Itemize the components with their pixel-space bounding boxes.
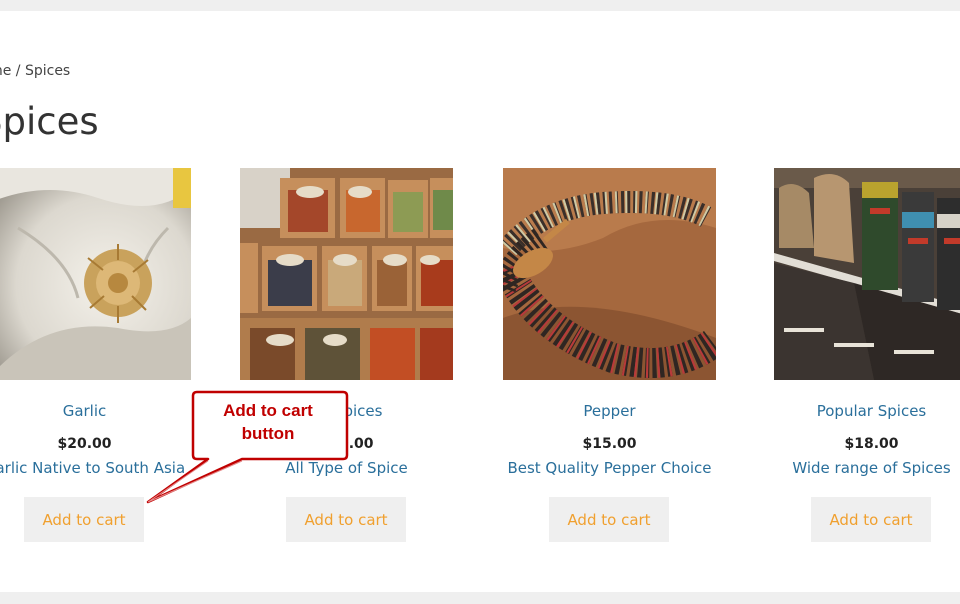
callout-line-2: button xyxy=(241,424,295,443)
product-image-garlic[interactable] xyxy=(0,168,191,380)
page-title: Spices xyxy=(0,100,99,143)
product-name[interactable]: Popular Spices xyxy=(765,402,960,420)
product-image-pepper[interactable] xyxy=(503,168,716,380)
bottom-band xyxy=(0,592,960,604)
product-image-all-spices[interactable] xyxy=(240,168,453,380)
product-name[interactable]: Pepper xyxy=(503,402,716,420)
callout-line-1: Add to cart xyxy=(223,401,313,420)
product-price: $18.00 xyxy=(844,436,899,452)
annotation-callout: Add to cart button xyxy=(140,389,355,509)
add-to-cart-button[interactable]: Add to cart xyxy=(24,497,144,542)
breadcrumb[interactable]: Home / Spices xyxy=(0,63,70,79)
product-image-popular-spices[interactable] xyxy=(765,168,960,380)
top-band xyxy=(0,0,960,11)
product-price: $15.00 xyxy=(582,436,637,452)
add-to-cart-button[interactable]: Add to cart xyxy=(811,497,931,542)
product-description: Best Quality Pepper Choice xyxy=(507,459,712,477)
add-to-cart-button[interactable]: Add to cart xyxy=(549,497,669,542)
callout-text: Add to cart button xyxy=(192,399,344,445)
product-description: Wide range of Spices xyxy=(792,459,951,477)
product-card-popular-spices: Popular Spices $18.00 Wide range of Spic… xyxy=(765,168,960,542)
product-card-pepper: Pepper $15.00 Best Quality Pepper Choice… xyxy=(503,168,716,542)
